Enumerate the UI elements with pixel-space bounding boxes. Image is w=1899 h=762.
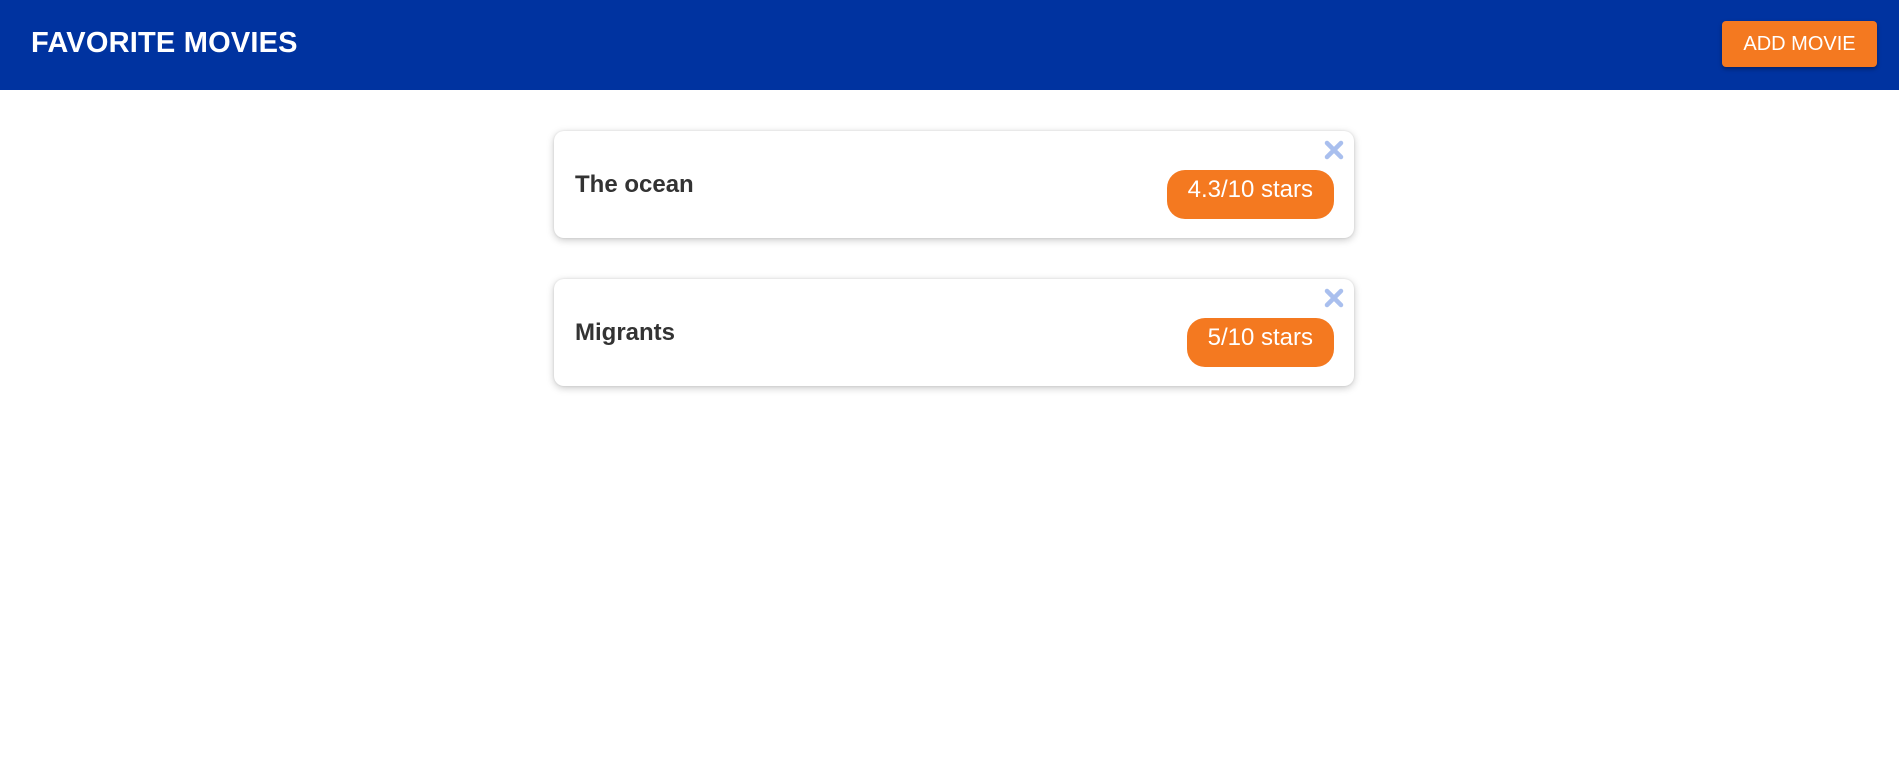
movie-title: Migrants xyxy=(575,319,676,346)
movie-card: Migrants 5/10 stars xyxy=(554,279,1354,386)
movie-card: The ocean 4.3/10 stars xyxy=(554,131,1354,238)
page-title: FAVORITE MOVIES xyxy=(31,27,298,59)
close-icon[interactable] xyxy=(1323,287,1345,309)
add-movie-button[interactable]: ADD MOVIE xyxy=(1722,21,1877,67)
movie-list: The ocean 4.3/10 stars Migrants 5/10 sta… xyxy=(554,131,1354,427)
movie-title: The ocean xyxy=(575,171,694,198)
app-header: FAVORITE MOVIES ADD MOVIE xyxy=(0,0,1899,90)
rating-badge: 4.3/10 stars xyxy=(1166,170,1334,219)
close-icon[interactable] xyxy=(1323,139,1345,161)
rating-badge: 5/10 stars xyxy=(1186,318,1334,367)
